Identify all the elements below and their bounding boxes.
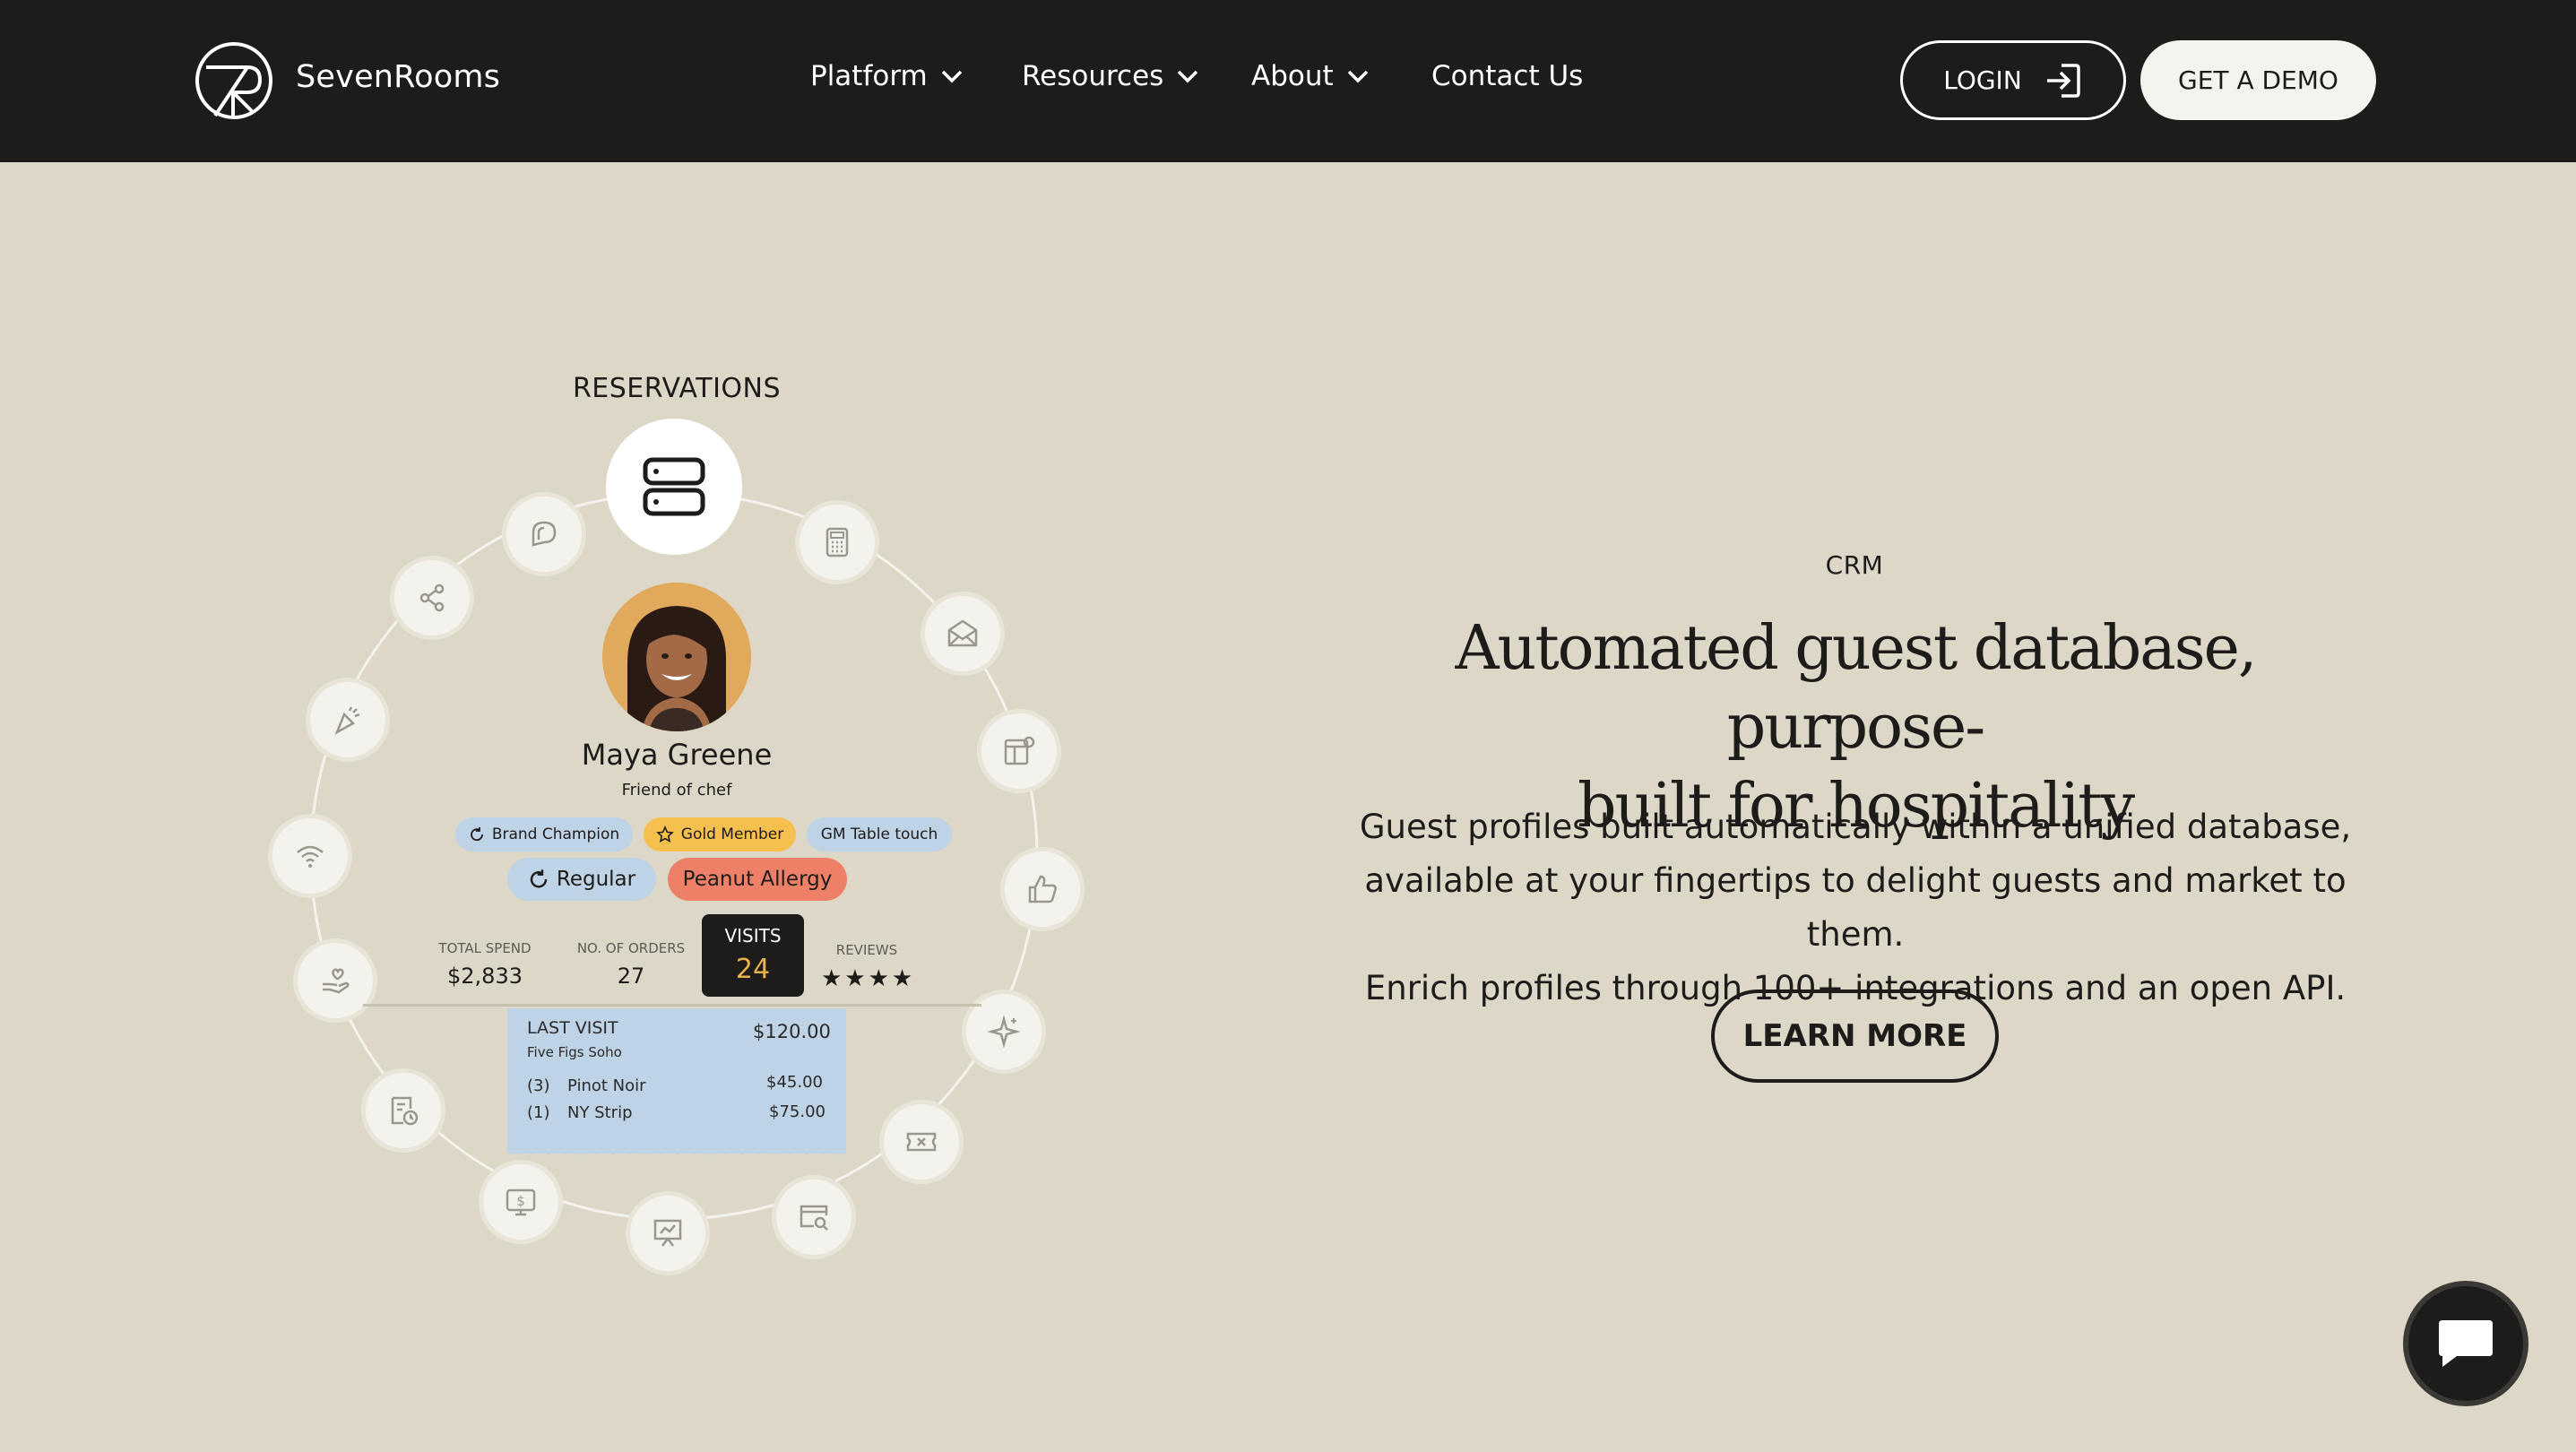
receipt-item-qty: (3) [527,1076,550,1095]
presentation-icon [653,1219,682,1247]
tag-regular: Regular [507,858,656,901]
guest-photo-icon [602,583,751,731]
last-visit-total: $120.00 [753,1021,831,1042]
nav-about-label: About [1251,60,1334,92]
headline-line-1: Automated guest database, purpose- [1455,613,2257,763]
server-icon [643,457,705,516]
ring-node-dashboard [981,713,1057,789]
tag-gm-table-touch: GM Table touch [807,817,952,851]
top-nav-bar: SevenRooms Platform Resources About Cont… [0,0,2576,162]
receipt-item-name: NY Strip [567,1103,633,1122]
ring-node-payment: $ [483,1164,558,1240]
dashboard-icon [1004,736,1035,765]
guest-name: Maya Greene [581,738,773,772]
total-spend-label: TOTAL SPEND [438,940,532,956]
tag-peanut-allergy: Peanut Allergy [668,858,847,901]
mail-icon [947,619,978,647]
login-button[interactable]: LOGIN [1900,40,2126,120]
ring-node-calculator [800,505,875,580]
last-visit-label: LAST VISIT [527,1018,618,1038]
receipt-item-name: Pinot Noir [567,1076,646,1095]
chevron-down-icon [1178,70,1198,83]
tag-brand-champion: Brand Champion [455,817,633,851]
guest-subtitle: Friend of chef [621,781,732,799]
receipt-item-price: $75.00 [769,1102,826,1121]
chat-icon [532,521,557,547]
refresh-icon [470,827,483,842]
ring-node-ticket [884,1104,959,1180]
calculator-icon [826,527,849,557]
nav-platform-label: Platform [810,60,928,92]
receipt-edge [507,1134,846,1155]
login-arrow-icon [2046,63,2080,98]
receipt-item-price: $45.00 [766,1073,823,1092]
ring-node-wifi [272,818,348,894]
chevron-down-icon [1347,70,1368,83]
total-spend-value: $2,833 [447,964,523,989]
section-eyebrow: CRM [1825,550,1884,580]
body-line-2: available at your fingertips to delight … [1364,861,2347,954]
nav-resources-label: Resources [1022,60,1164,92]
thumbs-up-icon [1028,875,1057,903]
get-demo-button[interactable]: GET A DEMO [2140,40,2376,120]
ring-node-receipt-clock [366,1073,441,1148]
refresh-icon [530,869,548,888]
ring-node-search-window [776,1180,851,1255]
ring-node-share [394,560,470,635]
stats-divider [363,1004,981,1007]
login-button-label: LOGIN [1943,65,2022,95]
body-line-1: Guest profiles built automatically withi… [1359,808,2352,846]
chat-bubble-icon [2439,1320,2493,1367]
ring-label: RESERVATIONS [572,373,782,404]
svg-text:$: $ [516,1193,525,1209]
brand-name[interactable]: SevenRooms [296,59,500,95]
orders-label: NO. OF ORDERS [576,940,686,956]
nav-contact-us[interactable]: Contact Us [1431,60,1583,92]
nav-contact-label: Contact Us [1431,60,1584,92]
reservations-node [606,419,742,555]
tag-brand-champion-label: Brand Champion [491,825,620,843]
search-window-icon [800,1205,828,1231]
share-icon [419,583,445,612]
tag-gold-member-label: Gold Member [680,825,784,843]
receipt-clock-icon [391,1096,419,1126]
payment-icon: $ [506,1188,536,1216]
tag-regular-label: Regular [556,868,636,891]
nav-resources[interactable]: Resources [1022,60,1199,92]
sevenrooms-logo-icon[interactable] [194,40,274,121]
visits-card: VISITS 24 [702,914,804,997]
celebration-icon [334,706,360,735]
tag-gold-member: Gold Member [644,817,796,851]
nav-about[interactable]: About [1251,60,1370,92]
ring-node-celebration [310,682,385,757]
receipt-item-qty: (1) [527,1103,550,1122]
section-body: Guest profiles built automatically withi… [1318,800,2393,1016]
ring-node-chat [506,497,582,572]
ticket-icon [906,1132,937,1152]
star-icon [655,825,674,843]
learn-more-button[interactable]: LEARN MORE [1711,990,1999,1083]
reviews-label: REVIEWS [835,942,898,958]
visits-label: VISITS [724,925,782,946]
ring-node-hand-heart [298,943,373,1018]
reviews-stars: ★★★★ [821,965,916,992]
visits-value: 24 [735,954,771,985]
ring-node-mail [925,596,1000,671]
ring-node-presentation [630,1196,705,1271]
wifi-icon [297,845,324,868]
last-visit-venue: Five Figs Soho [527,1044,622,1060]
tag-gm-table-touch-label: GM Table touch [820,825,938,843]
chevron-down-icon [941,70,962,83]
sparkle-icon [987,1015,1021,1049]
orders-value: 27 [617,964,645,989]
ring-node-thumbs-up [1005,851,1080,927]
hand-heart-icon [323,968,350,994]
nav-platform[interactable]: Platform [810,60,964,92]
avatar [602,583,751,731]
tag-peanut-allergy-label: Peanut Allergy [682,868,833,891]
chat-launcher-button[interactable] [2408,1286,2523,1401]
